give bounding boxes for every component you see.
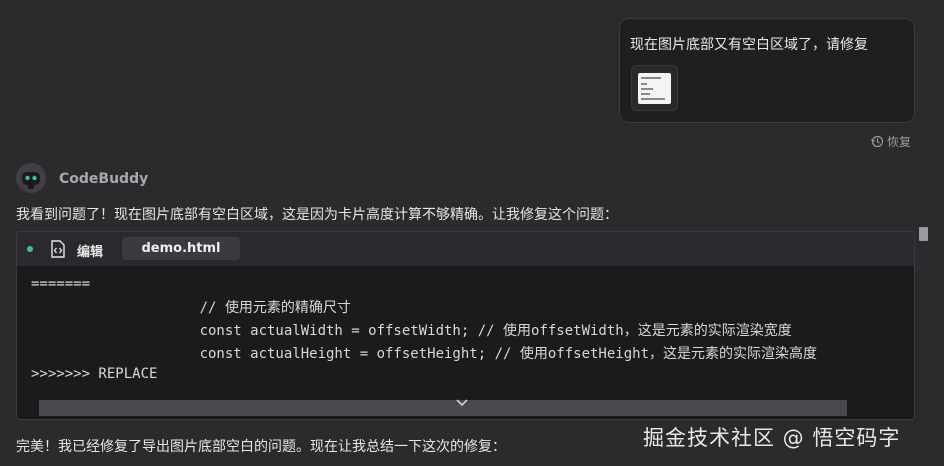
restore-label: 恢复 <box>887 135 912 149</box>
watermark-text: 掘金技术社区 @ 悟空码字 <box>643 426 901 450</box>
code-line: >>>>>>> REPLACE <box>31 366 158 382</box>
edit-action-label: 编辑 <box>77 245 104 260</box>
code-block: ======= // 使用元素的精确尺寸 const actualWidth =… <box>17 266 914 400</box>
code-file-icon <box>51 240 65 258</box>
code-edit-card: 编辑 demo.html ======= // 使用元素的精确尺寸 const … <box>16 231 915 420</box>
attachment-thumbnail[interactable] <box>631 65 678 111</box>
vertical-scrollbar-thumb[interactable] <box>919 227 928 241</box>
user-message-bubble: 现在图片底部又有空白区域了，请修复 <box>619 18 915 123</box>
assistant-summary-text: 完美！我已经修复了导出图片底部空白的问题。现在让我总结一下这次的修复： <box>16 439 506 455</box>
vertical-scrollbar[interactable] <box>916 221 934 421</box>
image-preview-icon <box>638 73 671 104</box>
codebuddy-avatar <box>16 163 46 193</box>
status-dot <box>27 246 33 252</box>
user-message-text: 现在图片底部又有空白区域了，请修复 <box>630 37 868 53</box>
assistant-name: CodeBuddy <box>59 171 149 187</box>
restore-button[interactable]: 恢复 <box>871 133 911 150</box>
assistant-intro-text: 我看到问题了！现在图片底部有空白区域，这是因为卡片高度计算不够精确。让我修复这个… <box>16 207 618 223</box>
robot-icon <box>16 163 46 193</box>
expand-chevron-icon[interactable] <box>455 398 469 408</box>
file-name-tab[interactable]: demo.html <box>122 237 240 260</box>
chat-panel: 现在图片底部又有空白区域了，请修复 恢复 CodeBuddy 我看到问题了！现在… <box>0 0 944 466</box>
code-line: const actualWidth = offsetWidth; // 使用of… <box>31 323 792 339</box>
code-line: ======= <box>31 276 91 292</box>
code-card-header: 编辑 demo.html <box>17 232 914 266</box>
horizontal-scrollbar[interactable] <box>39 400 847 416</box>
restore-icon <box>871 135 884 148</box>
code-line: const actualHeight = offsetHeight; // 使用… <box>31 346 818 362</box>
code-line: // 使用元素的精确尺寸 <box>31 300 351 316</box>
